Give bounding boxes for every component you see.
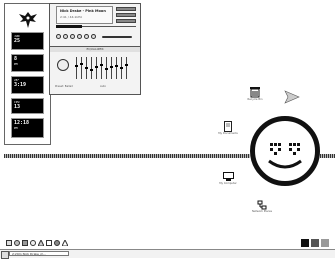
decorative-rail-right xyxy=(320,154,335,158)
media-player-window[interactable]: Nick Drake - Pink Moon 2:41 / 44.1kHz xyxy=(49,3,141,48)
play-button[interactable] xyxy=(63,34,68,39)
eject-button[interactable] xyxy=(91,34,96,39)
taskbar-app-button[interactable]: 2:29m Nick Drake_m... xyxy=(9,251,69,256)
smiley-ring[interactable] xyxy=(250,116,320,186)
quick-launch-button[interactable] xyxy=(46,240,52,246)
eq-band-slider[interactable] xyxy=(125,57,128,79)
preset-label[interactable]: Preset: Ballad xyxy=(55,85,73,88)
quick-launch-button[interactable] xyxy=(6,240,12,246)
desktop-icon-network[interactable]: Network Places xyxy=(248,200,276,213)
system-monitor-widget[interactable]: CPU 13 xyxy=(11,98,44,114)
widget-text: PM xyxy=(14,126,18,130)
eagle-logo-icon xyxy=(19,12,37,28)
network-icon xyxy=(257,200,267,210)
icon-label: Recycle Bin xyxy=(247,98,263,101)
smiley-face-icon xyxy=(268,143,302,169)
track-title: Nick Drake - Pink Moon xyxy=(60,9,106,13)
desktop-icon-computer[interactable]: My Computer xyxy=(216,172,240,185)
clock-widget[interactable]: 8 PM xyxy=(11,54,44,72)
eq-band-slider[interactable] xyxy=(75,57,78,79)
eq-band-slider[interactable] xyxy=(105,57,108,79)
preamp-knob[interactable] xyxy=(57,59,69,71)
eq-band-slider[interactable] xyxy=(110,57,113,79)
track-meta: 2:41 / 44.1kHz xyxy=(60,15,82,19)
decorative-rail-left xyxy=(4,154,250,158)
eq-band-slider[interactable] xyxy=(100,57,103,79)
stop-button[interactable] xyxy=(77,34,82,39)
quick-launch-button[interactable] xyxy=(37,238,45,247)
quick-launch-button[interactable] xyxy=(30,240,36,246)
seek-thumb[interactable] xyxy=(56,25,82,28)
eq-band-slider[interactable] xyxy=(120,57,123,79)
eq-toggle-button[interactable] xyxy=(116,13,136,17)
icon-label: My Computer xyxy=(219,182,237,185)
system-tray xyxy=(300,237,332,249)
quick-launch-button[interactable] xyxy=(14,240,20,246)
widget-text: 13 xyxy=(14,104,21,110)
dashboard-widget: JUN 25 8 PM 28° 3:19 CPU 13 12:18 PM xyxy=(4,3,51,145)
icon-label: Network Places xyxy=(252,210,272,213)
playlist-toggle-button[interactable] xyxy=(116,7,136,11)
eq-band-slider[interactable] xyxy=(115,57,118,79)
eq-band-slider[interactable] xyxy=(85,57,88,79)
weather-widget[interactable]: 28° 3:19 xyxy=(11,76,44,94)
quick-launch-button[interactable] xyxy=(61,238,69,247)
quick-launch-button[interactable] xyxy=(22,240,28,246)
equalizer-window[interactable]: EQUALIZER Preset: Ballad Auto xyxy=(49,46,141,95)
date-widget[interactable]: JUN 25 xyxy=(11,32,44,50)
eq-band-slider[interactable] xyxy=(90,57,93,79)
quick-launch-button[interactable] xyxy=(54,240,60,246)
next-button[interactable] xyxy=(84,34,89,39)
widget-text: 25 xyxy=(14,38,21,44)
computer-icon xyxy=(222,172,234,181)
desktop-icon-documents[interactable]: My Documents xyxy=(216,121,240,135)
equalizer-title: EQUALIZER xyxy=(50,47,140,52)
paper-plane-icon[interactable] xyxy=(284,90,300,104)
desktop-icon-recycle[interactable]: Recycle Bin xyxy=(244,87,266,101)
recycle-bin-icon xyxy=(250,87,260,98)
player-display: Nick Drake - Pink Moon 2:41 / 44.1kHz xyxy=(56,6,113,24)
documents-icon xyxy=(224,121,232,132)
tray-icons[interactable] xyxy=(300,237,332,249)
widget-text: PM xyxy=(14,62,18,66)
mode-label[interactable]: Auto xyxy=(100,85,106,88)
previous-button[interactable] xyxy=(56,34,61,39)
minimize-button[interactable] xyxy=(116,19,136,23)
volume-slider[interactable] xyxy=(102,36,132,38)
eq-band-slider[interactable] xyxy=(95,57,98,79)
quick-launch-bar xyxy=(4,238,94,249)
start-button[interactable] xyxy=(1,251,9,259)
time-widget[interactable]: 12:18 PM xyxy=(11,118,44,138)
pause-button[interactable] xyxy=(70,34,75,39)
widget-text: 3:19 xyxy=(14,82,27,88)
eq-band-slider[interactable] xyxy=(80,57,83,79)
icon-label: My Documents xyxy=(218,132,238,135)
